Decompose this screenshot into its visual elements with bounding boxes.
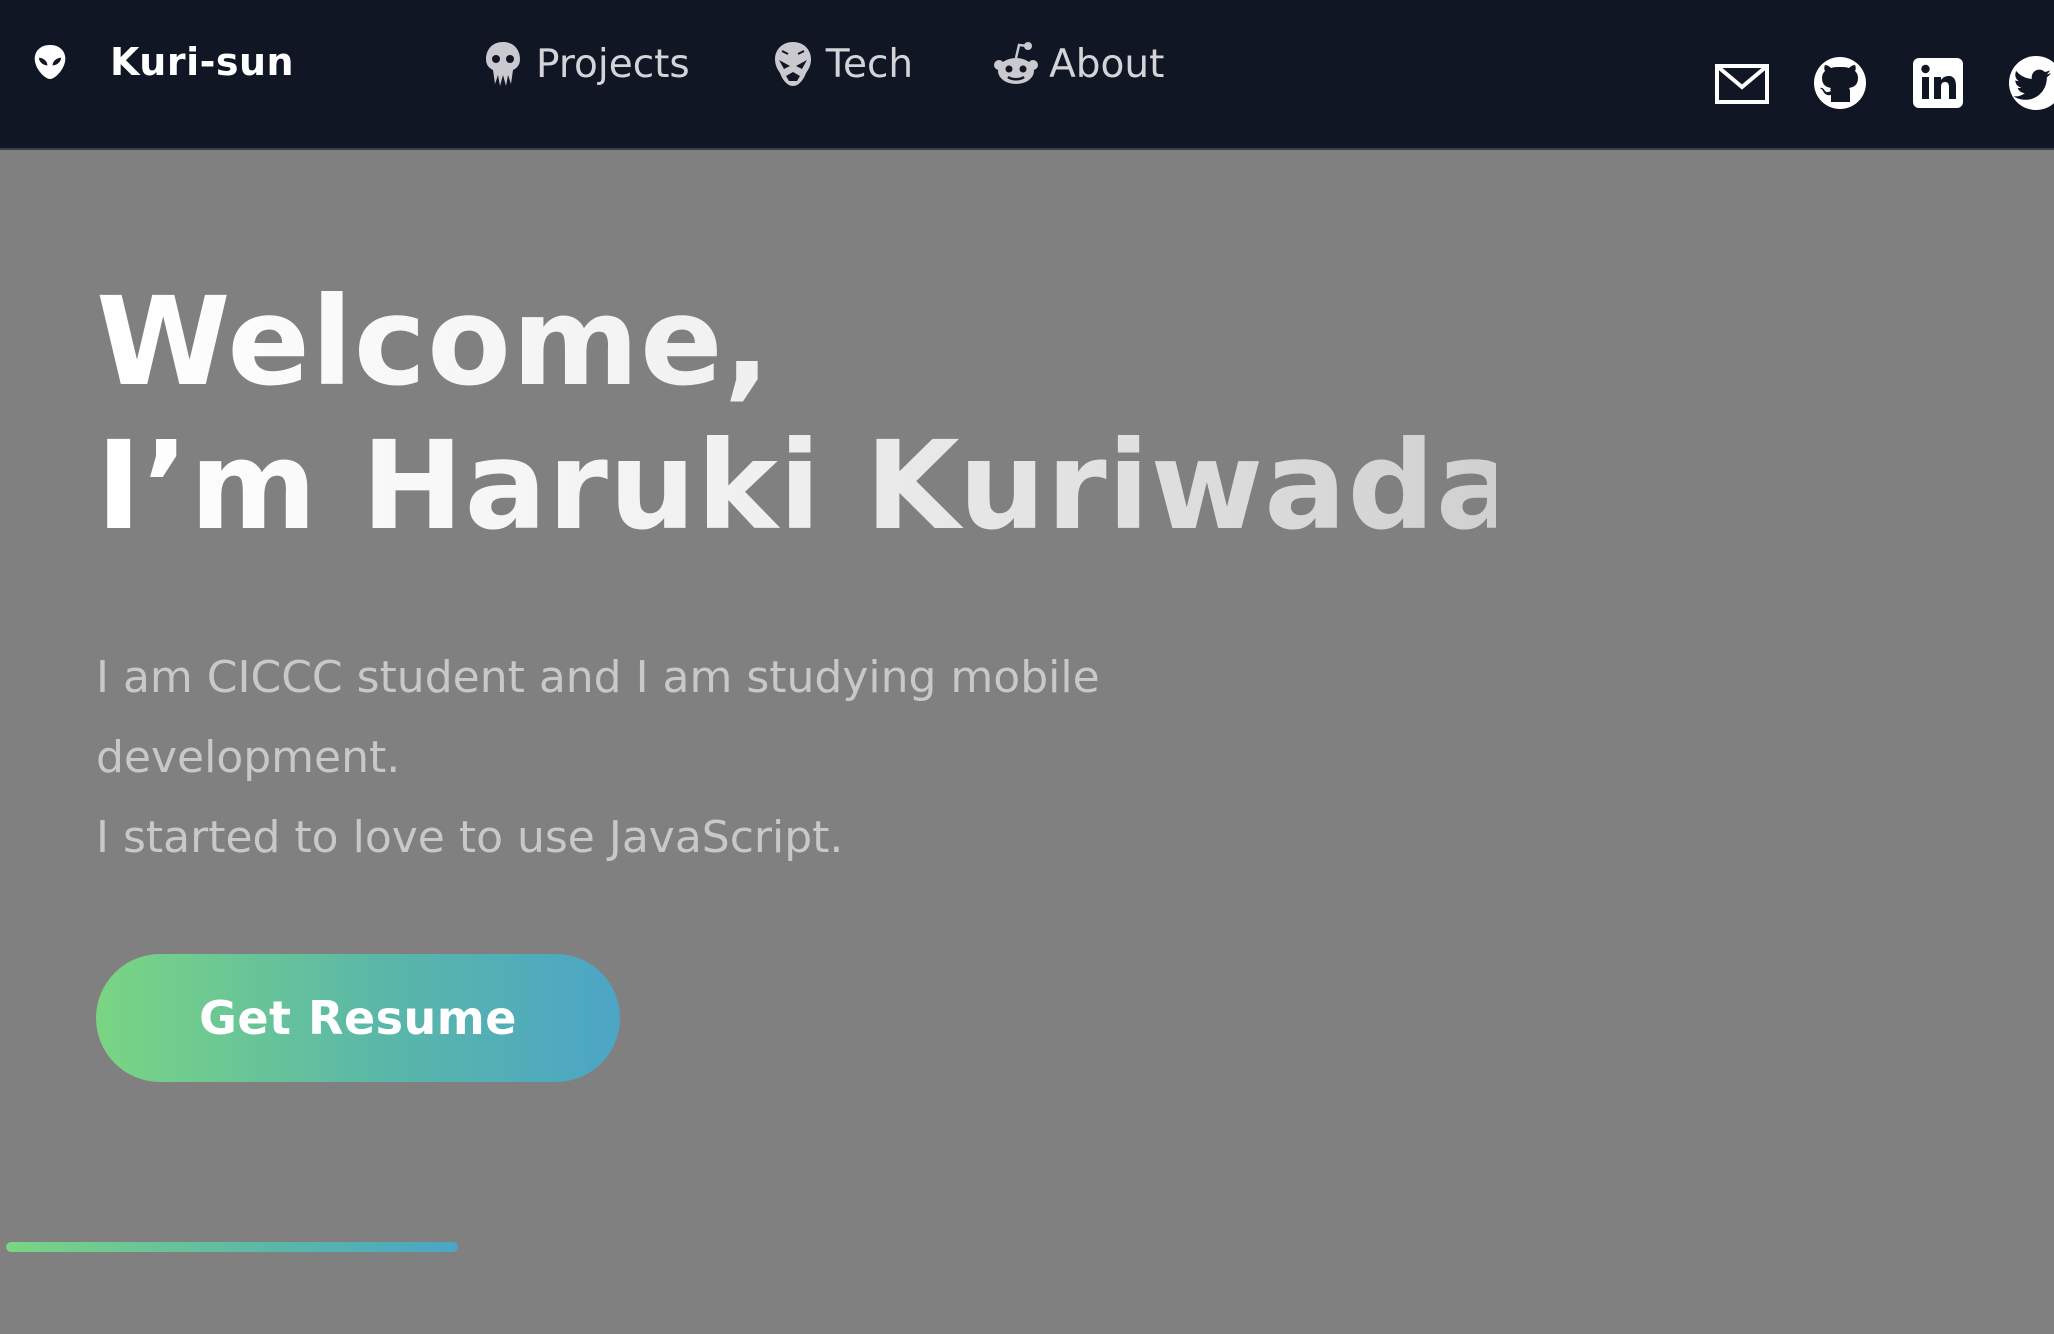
hero-title-line-2: I’m Haruki Kuriwada. <box>96 415 1567 557</box>
hero-desc-line-3: I started to love to use JavaScript. <box>96 812 844 863</box>
twitter-link[interactable] <box>2008 55 2054 111</box>
scroll-progress-bar <box>6 1242 458 1252</box>
nav-label-tech: Tech <box>825 41 914 87</box>
linkedin-link[interactable] <box>1910 55 1966 111</box>
nav-label-about: About <box>1049 41 1165 87</box>
nav-link-tech[interactable]: Tech <box>770 39 913 89</box>
alien-head-icon <box>30 40 70 84</box>
hero-description: I am CICCC student and I am studying mob… <box>96 638 1196 878</box>
hero-desc-line-1: I am CICCC student and I am studying mob… <box>96 652 1100 703</box>
nav-label-projects: Projects <box>536 41 690 87</box>
linkedin-icon <box>1913 58 1963 108</box>
brand-link[interactable]: Kuri-sun <box>30 36 294 88</box>
hero-title: Welcome, I’m Haruki Kuriwada. <box>96 270 1496 558</box>
github-link[interactable] <box>1812 55 1868 111</box>
brand-name: Kuri-sun <box>110 40 295 84</box>
hero-content: Welcome, I’m Haruki Kuriwada. I am CICCC… <box>96 270 1496 878</box>
top-navbar: Kuri-sun Projects Tech About <box>0 0 2054 150</box>
main-nav: Projects Tech About <box>480 36 1244 92</box>
hero-desc-line-2: development. <box>96 732 401 783</box>
mail-link[interactable] <box>1714 55 1770 111</box>
mail-icon <box>1715 64 1769 104</box>
hero-title-line-1: Welcome, <box>96 271 772 413</box>
squid-skull-icon <box>486 42 520 86</box>
twitter-icon <box>2009 56 2054 110</box>
github-icon <box>1814 57 1866 109</box>
nav-link-about[interactable]: About <box>993 39 1164 89</box>
get-resume-button[interactable]: Get Resume <box>96 954 620 1082</box>
nav-link-projects[interactable]: Projects <box>480 39 690 89</box>
reddit-alien-icon <box>994 42 1039 84</box>
scroll-progress-fill <box>6 1242 458 1252</box>
social-links <box>1714 52 2054 114</box>
alien-face-icon <box>774 42 811 86</box>
